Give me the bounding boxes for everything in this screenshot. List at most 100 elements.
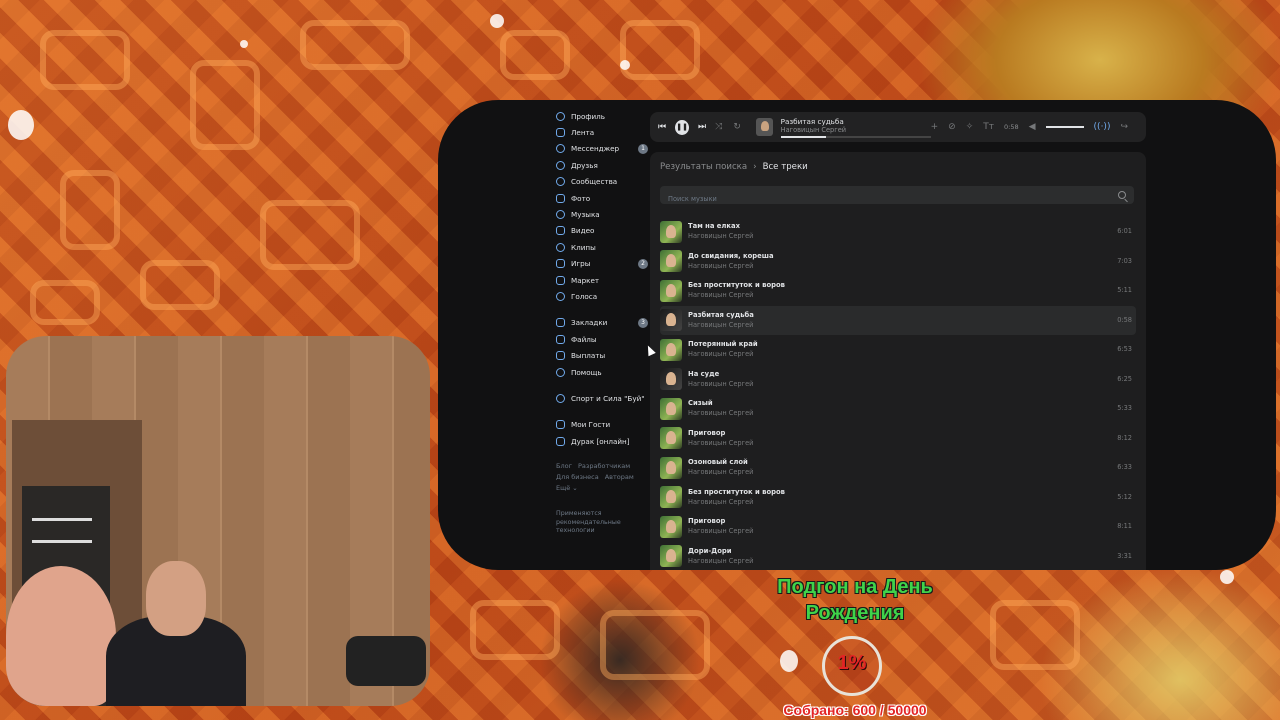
track-title[interactable]: Сизый: [688, 399, 753, 408]
audio-player: ⏮ ❚❚ ⏭ ⤨ ↻ Разбитая судьба Наговицын Сер…: [650, 112, 1146, 142]
search-icon[interactable]: [1118, 191, 1126, 199]
sidebar-item-friends[interactable]: Друзья: [556, 157, 650, 173]
track-artist[interactable]: Наговицын Сергей: [688, 349, 758, 359]
repeat-icon[interactable]: ↻: [733, 122, 741, 132]
track-artist[interactable]: Наговицын Сергей: [688, 438, 753, 448]
now-playing-artist[interactable]: Наговицын Сергей: [781, 126, 931, 134]
recommendation-note[interactable]: Применяются рекомендательные технологии: [556, 510, 636, 536]
track-row[interactable]: Разбитая судьба Наговицын Сергей 0:58: [660, 305, 1136, 335]
pause-button[interactable]: ❚❚: [675, 119, 690, 135]
track-row[interactable]: Приговор Наговицын Сергей 8:12: [660, 424, 1136, 454]
sidebar-item-app-durak[interactable]: Дурак [онлайн]: [556, 433, 650, 449]
track-row[interactable]: Приговор Наговицын Сергей 8:11: [660, 512, 1136, 542]
track-title[interactable]: Озоновый слой: [688, 458, 753, 467]
broadcast-icon[interactable]: ((·)): [1094, 122, 1111, 132]
sidebar-item-payouts[interactable]: Выплаты: [556, 347, 650, 363]
lyrics-icon[interactable]: Tт: [983, 122, 994, 132]
footer-link-blog[interactable]: Блог: [556, 462, 572, 470]
sidebar-item-votes[interactable]: Голоса: [556, 288, 650, 304]
track-list: Там на елках Наговицын Сергей 6:01 До свида…: [660, 217, 1136, 570]
dislike-icon[interactable]: ⊘: [948, 122, 956, 132]
track-artist[interactable]: Наговицын Сергей: [688, 497, 785, 507]
sidebar-item-profile[interactable]: Профиль: [556, 108, 650, 124]
album-cover[interactable]: [660, 427, 682, 450]
shuffle-icon[interactable]: ⤨: [715, 122, 722, 132]
track-title[interactable]: Приговор: [688, 517, 753, 526]
track-duration: 6:33: [1117, 463, 1132, 471]
streamer-guest: [6, 566, 116, 706]
album-cover[interactable]: [660, 279, 682, 302]
track-artist[interactable]: Наговицын Сергей: [688, 556, 753, 566]
track-title[interactable]: Дори-Дори: [688, 547, 753, 556]
add-icon[interactable]: +: [931, 122, 939, 132]
track-row[interactable]: Без проституток и воров Наговицын Сергей 5…: [660, 276, 1136, 306]
track-title[interactable]: На суде: [688, 370, 753, 379]
track-artist[interactable]: Наговицын Сергей: [688, 467, 753, 477]
track-title[interactable]: Без проституток и воров: [688, 488, 785, 497]
sidebar-item-groups[interactable]: Сообщества: [556, 174, 650, 190]
sidebar-item-bookmarks[interactable]: Закладки 3: [556, 315, 650, 331]
sidebar-item-files[interactable]: Файлы: [556, 331, 650, 347]
track-info: Приговор Наговицын Сергей: [688, 429, 753, 448]
album-cover[interactable]: [660, 220, 682, 243]
track-artist[interactable]: Наговицын Сергей: [688, 526, 753, 536]
sidebar-item-games[interactable]: Игры 2: [556, 256, 650, 272]
sidebar-item-market[interactable]: Маркет: [556, 272, 650, 288]
footer-link-business[interactable]: Для бизнеса: [556, 473, 599, 481]
sidebar-item-clips[interactable]: Клипы: [556, 239, 650, 255]
album-cover[interactable]: [660, 456, 682, 479]
sidebar-item-feed[interactable]: Лента: [556, 124, 650, 140]
music-icon: [556, 210, 565, 220]
track-artist[interactable]: Наговицын Сергей: [688, 320, 754, 330]
track-row[interactable]: Сизый Наговицын Сергей 5:33: [660, 394, 1136, 424]
track-title[interactable]: Разбитая судьба: [688, 311, 754, 320]
sparkle-icon[interactable]: ✧: [966, 122, 974, 132]
track-row[interactable]: Озоновый слой Наговицын Сергей 6:33: [660, 453, 1136, 483]
track-row[interactable]: До свидания, кореша Наговицын Сергей 7:03: [660, 247, 1136, 277]
track-title[interactable]: Приговор: [688, 429, 753, 438]
sidebar-item-messenger[interactable]: Мессенджер 1: [556, 141, 650, 157]
track-artist[interactable]: Наговицын Сергей: [688, 261, 774, 271]
share-icon[interactable]: ↪: [1120, 122, 1128, 132]
track-artist[interactable]: Наговицын Сергей: [688, 379, 753, 389]
volume-slider[interactable]: [1045, 126, 1084, 128]
album-cover[interactable]: [660, 545, 682, 568]
track-row[interactable]: На суде Наговицын Сергей 6:25: [660, 365, 1136, 395]
sidebar-item-photo[interactable]: Фото: [556, 190, 650, 206]
footer-link-devs[interactable]: Разработчикам: [578, 462, 630, 470]
album-cover[interactable]: [660, 515, 682, 538]
sidebar-item-app-guests[interactable]: Мои Гости: [556, 417, 650, 433]
volume-icon[interactable]: ◀: [1029, 122, 1036, 132]
track-title[interactable]: Там на елках: [688, 222, 753, 231]
album-cover[interactable]: [660, 309, 682, 332]
track-row[interactable]: Дори-Дори Наговицын Сергей 3:31: [660, 542, 1136, 571]
sidebar: Профиль Лента Мессенджер 1 Друзья Сообщес…: [556, 108, 650, 536]
next-track-icon[interactable]: ⏭: [698, 122, 706, 132]
previous-track-icon[interactable]: ⏮: [658, 122, 666, 132]
track-title[interactable]: До свидания, кореша: [688, 252, 774, 261]
bookmark-icon: [556, 318, 565, 328]
track-row[interactable]: Потерянный край Наговицын Сергей 6:53: [660, 335, 1136, 365]
track-title[interactable]: Потерянный край: [688, 340, 758, 349]
footer-link-more[interactable]: Ещё ⌄: [556, 484, 578, 492]
footer-link-authors[interactable]: Авторам: [605, 473, 634, 481]
album-cover[interactable]: [660, 250, 682, 273]
breadcrumb-parent[interactable]: Результаты поиска: [660, 162, 747, 172]
album-cover[interactable]: [660, 486, 682, 509]
sidebar-item-music[interactable]: Музыка: [556, 206, 650, 222]
track-artist[interactable]: Наговицын Сергей: [688, 231, 753, 241]
album-cover[interactable]: [660, 368, 682, 391]
sidebar-item-help[interactable]: Помощь: [556, 364, 650, 380]
sidebar-item-video[interactable]: Видео: [556, 223, 650, 239]
track-artist[interactable]: Наговицын Сергей: [688, 290, 785, 300]
track-artist[interactable]: Наговицын Сергей: [688, 408, 753, 418]
sidebar-item-group[interactable]: Спорт и Сила "Буй": [556, 390, 650, 406]
now-playing-title[interactable]: Разбитая судьба: [781, 117, 931, 126]
music-search-input[interactable]: [660, 190, 1080, 208]
playback-progress-bar[interactable]: [780, 135, 931, 138]
track-row[interactable]: Там на елках Наговицын Сергей 6:01: [660, 217, 1136, 247]
track-title[interactable]: Без проституток и воров: [688, 281, 785, 290]
track-row[interactable]: Без проституток и воров Наговицын Сергей 5…: [660, 483, 1136, 513]
album-cover[interactable]: [660, 338, 682, 361]
album-cover[interactable]: [660, 397, 682, 420]
